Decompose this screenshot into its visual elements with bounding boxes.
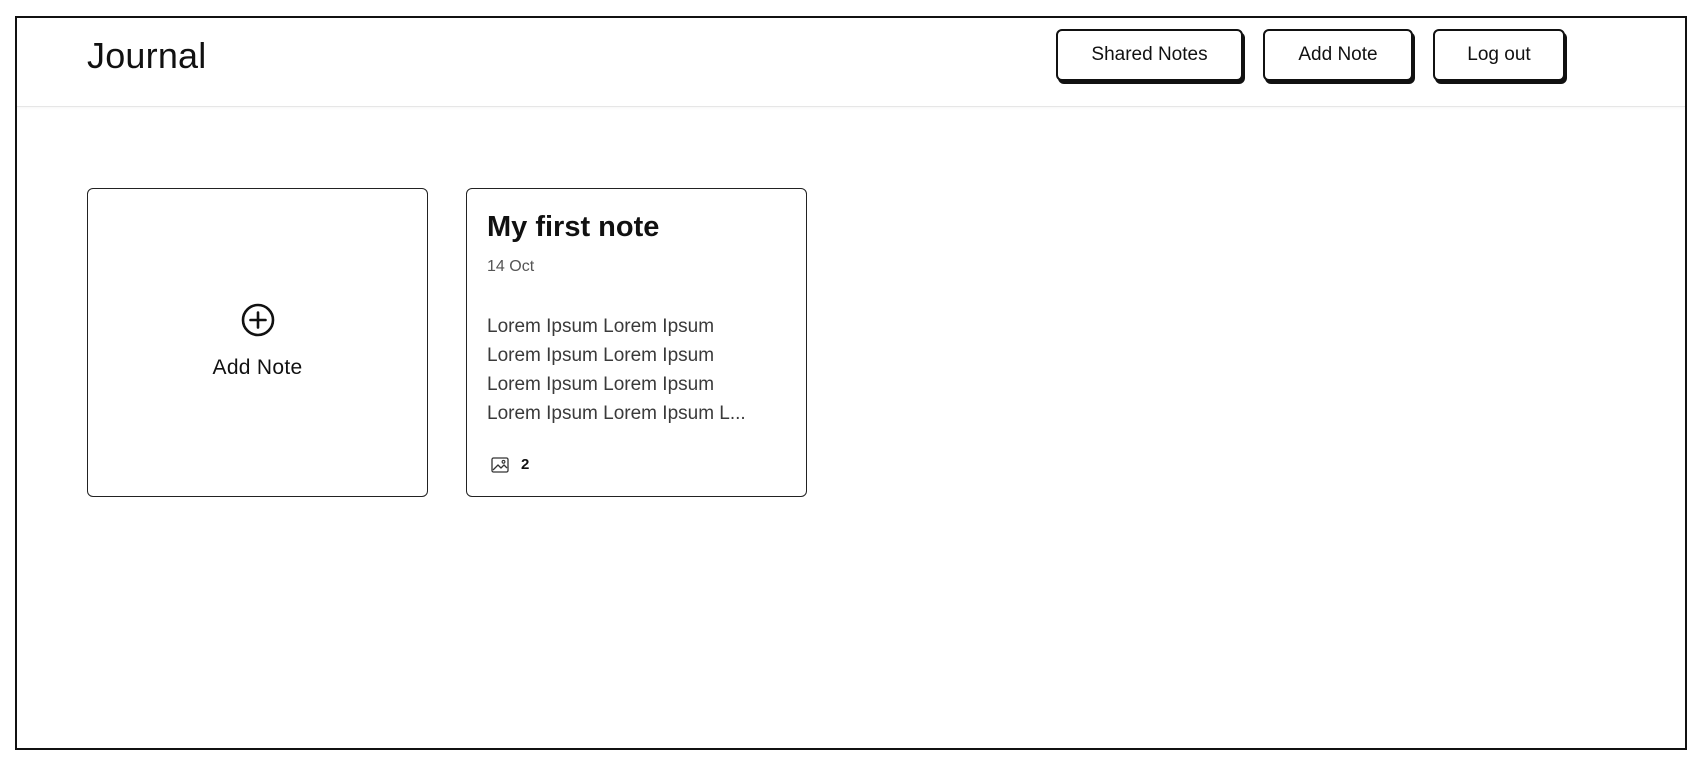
log-out-button[interactable]: Log out bbox=[1433, 29, 1565, 81]
add-note-button[interactable]: Add Note bbox=[1263, 29, 1413, 81]
note-preview-line: Lorem Ipsum Lorem Ipsum bbox=[487, 374, 715, 395]
note-preview-line: Lorem Ipsum Lorem Ipsum bbox=[487, 345, 715, 366]
notes-grid: Add Note My first note 14 Oct Lorem Ipsu… bbox=[87, 188, 807, 497]
header-nav: Shared Notes Add Note Log out bbox=[1056, 29, 1565, 81]
top-header: Journal Shared Notes Add Note Log out bbox=[17, 18, 1685, 107]
note-preview-line: Lorem Ipsum Lorem Ipsum L... bbox=[487, 403, 746, 424]
plus-circle-icon bbox=[241, 303, 274, 336]
note-preview: Lorem Ipsum Lorem Ipsum Lorem Ipsum Lore… bbox=[487, 312, 772, 428]
note-preview-line: Lorem Ipsum Lorem Ipsum bbox=[487, 316, 715, 337]
note-attachments: 2 bbox=[491, 456, 529, 473]
note-date: 14 Oct bbox=[487, 258, 535, 275]
app-logo: Journal bbox=[87, 35, 207, 76]
note-title: My first note bbox=[487, 211, 660, 243]
add-note-card-label: Add Note bbox=[212, 355, 303, 379]
note-card[interactable]: My first note 14 Oct Lorem Ipsum Lorem I… bbox=[466, 188, 807, 497]
image-count: 2 bbox=[521, 456, 530, 473]
shared-notes-button[interactable]: Shared Notes bbox=[1056, 29, 1243, 81]
add-note-card[interactable]: Add Note bbox=[87, 188, 428, 497]
image-icon bbox=[491, 456, 509, 473]
app-window: Journal Shared Notes Add Note Log out Ad… bbox=[15, 16, 1687, 750]
